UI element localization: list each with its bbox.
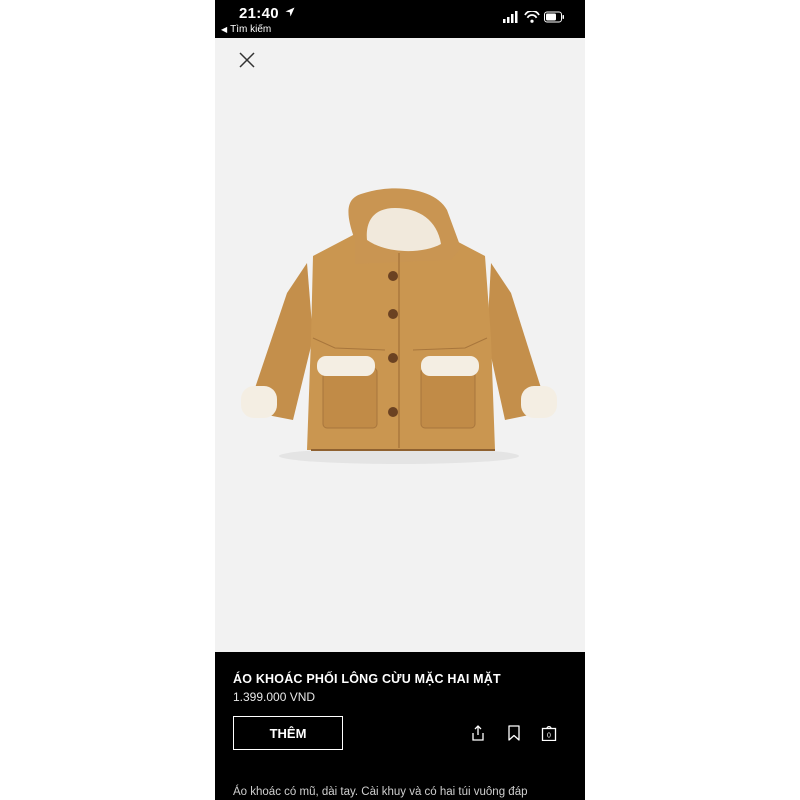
- product-image: [241, 188, 557, 464]
- add-to-cart-button[interactable]: THÊM: [233, 716, 343, 750]
- back-to-search-link[interactable]: ◀ Tìm kiếm: [221, 24, 271, 35]
- wifi-icon: [524, 11, 540, 23]
- bookmark-icon[interactable]: [506, 725, 522, 741]
- product-description: Áo khoác có mũ, dài tay. Cài khuy và có …: [233, 786, 528, 798]
- status-icons: [503, 11, 565, 23]
- phone-screen: 21:40 ◀ Tìm kiếm ÁO KHOÁC PHỐI LÔNG CỪU …: [215, 0, 585, 800]
- status-bar: 21:40 ◀ Tìm kiếm: [215, 0, 585, 38]
- product-info-panel: ÁO KHOÁC PHỐI LÔNG CỪU MẶC HAI MẶT 1.399…: [215, 652, 585, 800]
- signal-icon: [503, 11, 518, 23]
- battery-icon: [544, 11, 564, 23]
- product-price: 1.399.000 VND: [233, 690, 316, 704]
- back-label: Tìm kiếm: [230, 24, 272, 35]
- location-arrow-icon: [285, 7, 295, 17]
- product-title: ÁO KHOÁC PHỐI LÔNG CỪU MẶC HAI MẶT: [233, 672, 501, 686]
- back-arrow-icon: ◀: [221, 25, 228, 34]
- share-icon[interactable]: [470, 725, 486, 741]
- bag-count: 0: [547, 733, 551, 740]
- product-image-area: [215, 38, 585, 652]
- close-icon[interactable]: [237, 50, 257, 70]
- status-time: 21:40: [239, 5, 279, 22]
- bag-icon[interactable]: 0: [541, 725, 557, 741]
